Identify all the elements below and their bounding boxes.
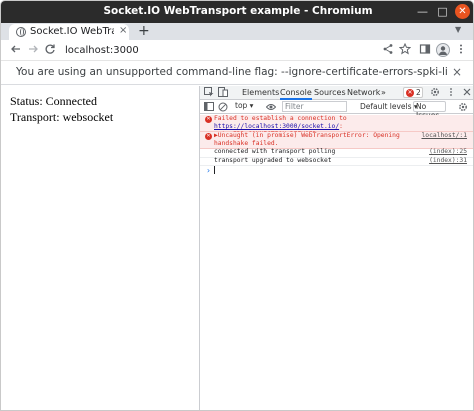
devtools-panel: Elements Console Sources Network » ✕ 2 t… <box>199 86 473 410</box>
tab-console[interactable]: Console <box>280 88 312 100</box>
console-message-text[interactable]: ▶Uncaught (in promise) WebTransportError… <box>214 132 410 148</box>
back-arrow-icon[interactable] <box>10 43 24 55</box>
maximize-icon[interactable]: □ <box>435 4 450 19</box>
tab-elements[interactable]: Elements <box>242 88 279 97</box>
console-message-source[interactable]: localhost/:1 <box>422 132 468 140</box>
console-message-source[interactable]: (index):25 <box>429 148 467 156</box>
log-levels-dropdown[interactable]: Default levels ▾ <box>360 102 418 111</box>
console-message-error: ✕ ▶Uncaught (in promise) WebTransportErr… <box>200 132 473 149</box>
browser-toolbar: localhost:3000 <box>1 40 473 61</box>
console-message-error: ✕ Failed to establish a connection to ht… <box>200 115 473 138</box>
infobar-close-icon[interactable]: × <box>452 65 462 79</box>
tab-sources[interactable]: Sources <box>314 88 346 97</box>
error-icon: ✕ <box>205 116 212 123</box>
error-count-badge[interactable]: ✕ 2 <box>403 87 423 98</box>
sidepanel-icon[interactable] <box>419 43 433 55</box>
live-expression-eye-icon[interactable] <box>266 102 276 112</box>
more-tabs-icon[interactable]: » <box>381 88 386 97</box>
console-settings-gear-icon[interactable] <box>458 102 468 112</box>
tab-strip: Socket.IO WebTransport e × + ▼ <box>1 23 473 41</box>
error-icon: ✕ <box>406 89 414 97</box>
console-message-text: connected with transport polling <box>214 148 336 155</box>
close-devtools-icon[interactable] <box>462 87 472 97</box>
tab-network[interactable]: Network <box>347 88 380 97</box>
tab-socketio[interactable]: Socket.IO WebTransport e × <box>9 24 129 41</box>
context-selector[interactable]: top ▾ <box>235 101 253 110</box>
bookmark-star-icon[interactable] <box>399 43 413 55</box>
console-filter-bar: top ▾ Filter Default levels ▾ No Issues <box>200 100 473 120</box>
browser-window: Socket.IO WebTransport example - Chromiu… <box>0 0 474 411</box>
console-message-text: transport upgraded to websocket <box>214 157 332 164</box>
device-toolbar-icon[interactable] <box>218 87 228 97</box>
minimize-icon[interactable]: — <box>415 4 430 19</box>
tab-close-icon[interactable]: × <box>119 25 127 36</box>
address-bar[interactable]: localhost:3000 <box>65 45 139 56</box>
settings-gear-icon[interactable] <box>430 87 440 97</box>
issues-button[interactable]: No Issues <box>413 101 446 120</box>
profile-avatar-icon[interactable] <box>436 43 450 57</box>
error-icon: ✕ <box>205 133 212 140</box>
console-filter-input[interactable]: Filter <box>282 101 347 112</box>
title-bar: Socket.IO WebTransport example - Chromiu… <box>1 1 473 23</box>
sidebar-toggle-icon[interactable] <box>204 102 214 112</box>
kebab-menu-icon[interactable] <box>455 43 469 55</box>
globe-icon <box>16 27 26 37</box>
unsupported-flag-infobar: You are using an unsupported command-lin… <box>1 61 473 85</box>
close-icon[interactable]: ✕ <box>455 4 470 19</box>
console-input[interactable] <box>214 166 215 174</box>
reload-icon[interactable] <box>44 43 58 55</box>
transport-text: Transport: websocket <box>10 110 114 124</box>
error-count: 2 <box>416 88 421 97</box>
console-message-source[interactable]: (index):31 <box>429 157 467 165</box>
share-icon[interactable] <box>382 43 396 55</box>
new-tab-button[interactable]: + <box>138 23 150 39</box>
clear-console-icon[interactable] <box>218 102 228 112</box>
status-text: Status: Connected <box>10 94 97 108</box>
tab-search-icon[interactable]: ▼ <box>455 25 461 34</box>
window-title: Socket.IO WebTransport example - Chromiu… <box>103 5 373 17</box>
console-message-link[interactable]: https://localhost:3000/socket.io/ <box>214 123 339 130</box>
infobar-message: You are using an unsupported command-lin… <box>16 66 448 78</box>
devtools-menu-icon[interactable] <box>446 87 456 97</box>
console-prompt-icon: › <box>206 166 211 175</box>
page-content: Status: Connected Transport: websocket <box>1 86 199 410</box>
devtools-tabbar: Elements Console Sources Network » ✕ 2 <box>200 86 473 100</box>
tab-label: Socket.IO WebTransport e <box>30 26 114 37</box>
forward-arrow-icon[interactable] <box>27 43 41 55</box>
console-message-log: transport upgraded to websocket (index):… <box>200 157 473 166</box>
inspect-element-icon[interactable] <box>204 87 214 97</box>
